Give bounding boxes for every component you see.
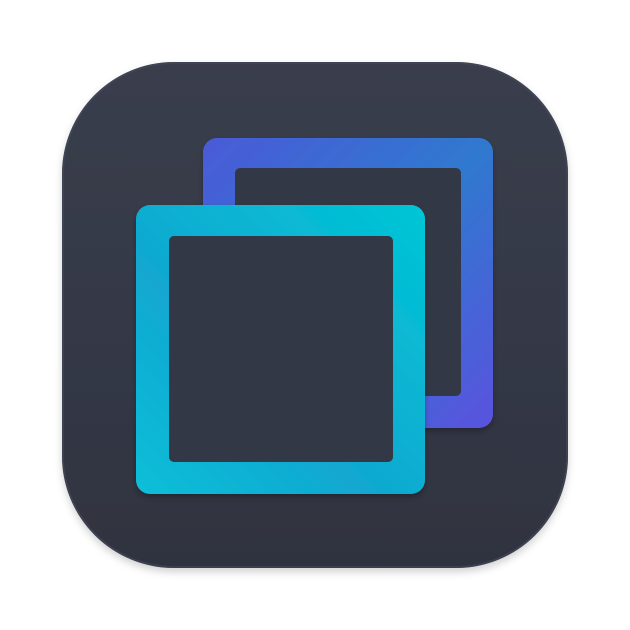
front-square-frame <box>136 205 425 494</box>
app-icon[interactable] <box>60 60 570 570</box>
icon-canvas <box>0 0 630 630</box>
overlapping-squares-icon <box>62 62 568 568</box>
